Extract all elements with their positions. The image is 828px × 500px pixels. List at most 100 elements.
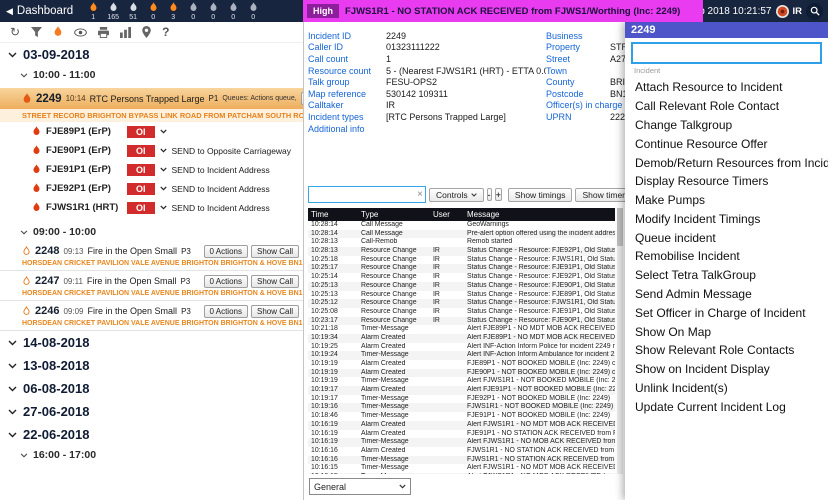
status-counter[interactable]: 0 [143,1,163,21]
log-row[interactable]: 10:25:14 Resource Change IR Status Chang… [308,273,615,282]
menu-search-input[interactable] [636,46,817,60]
menu-item[interactable]: Show on Incident Display [625,360,828,379]
menu-item[interactable]: Select Tetra TalkGroup [625,266,828,285]
chevron-down-icon[interactable] [159,129,167,134]
priority-alert-banner[interactable]: High FJWS1R1 - NO STATION ACK RECEIVED f… [303,0,703,22]
log-search-input[interactable] [311,188,418,201]
menu-item[interactable]: Queue incident [625,228,828,247]
resource-action-label[interactable]: SEND to Opposite Carriageway [172,146,292,156]
status-counter[interactable]: 0 [243,1,263,21]
map-pin-icon[interactable] [142,26,151,38]
date-group[interactable]: 22-06-2018 [0,423,303,446]
log-row[interactable]: 10:28:14 Call Message GeoWarnings [308,221,615,230]
status-counter[interactable]: 165 [103,1,123,21]
log-action-button[interactable]: Show timings [507,187,573,202]
menu-item[interactable]: Demob/Return Resources from Incident [625,153,828,172]
date-group-expanded[interactable]: 03-09-2018 [0,43,303,66]
log-row[interactable]: 10:23:17 Resource Change IR Status Chang… [308,316,615,326]
log-row[interactable]: 10:18:46 Timer-Message FJE91P1 - NOT BOO… [308,412,615,421]
date-group[interactable]: 27-06-2018 [0,400,303,423]
log-row[interactable]: 10:16:16 Alarm Created FJWS1R1 - NO STAT… [308,447,615,456]
time-group[interactable]: 09:00 - 10:00 [0,223,303,241]
log-row[interactable]: 10:25:13 Resource Change IR Status Chang… [308,281,615,291]
menu-item[interactable]: Change Talkgroup [625,116,828,135]
status-counter[interactable]: 3 [163,1,183,21]
menu-item[interactable]: Continue Resource Offer [625,134,828,153]
log-row[interactable]: 10:19:16 Timer-Message FJWS1R1 - NOT BOO… [308,403,615,413]
resource-action-label[interactable]: SEND to Incident Address [172,184,270,194]
zoom-out-button[interactable]: - [486,188,492,201]
chart-icon[interactable] [120,26,132,38]
date-group[interactable]: 14-08-2018 [0,331,303,354]
status-counter[interactable]: 0 [223,1,243,21]
chevron-down-icon[interactable] [159,205,167,210]
log-row[interactable]: 10:16:19 Timer-Message Alert FJWS1R1 - N… [308,438,615,447]
log-row[interactable]: 10:16:16 Timer-Message FJWS1R1 - NO STAT… [308,455,615,465]
log-row[interactable]: 10:16:15 Timer-Message Alert FJWS1R1 - N… [308,472,615,474]
resource-row[interactable]: FJE90P1 (ErP) OI SEND to Opposite Carria… [0,141,303,160]
log-row[interactable]: 10:25:18 Resource Change IR Status Chang… [308,256,615,265]
log-row[interactable]: 10:28:13 Resource Change IR Status Chang… [308,247,615,256]
log-row[interactable]: 10:25:13 Resource Change IR Status Chang… [308,291,615,300]
log-row[interactable]: 10:16:19 Alarm Created Alert FJWS1R1 - N… [308,420,615,430]
time-group[interactable]: 16:00 - 17:00 [0,446,303,464]
chevron-down-icon[interactable] [159,167,167,172]
menu-item[interactable]: Modify Incident Timings [625,209,828,228]
log-filter-select[interactable]: General [309,478,411,495]
scrollbar-thumb[interactable] [617,208,623,246]
help-icon[interactable]: ? [162,26,169,38]
column-header[interactable]: Type [361,210,433,219]
menu-item[interactable]: Show Relevant Role Contacts [625,341,828,360]
log-row[interactable]: 10:19:17 Timer-Message FJE92P1 - NOT BOO… [308,395,615,404]
status-counter[interactable]: 1 [83,1,103,21]
controls-dropdown[interactable]: Controls [429,187,484,202]
refresh-icon[interactable]: ↻ [10,26,20,38]
resource-action-label[interactable]: SEND to Incident Address [172,165,270,175]
resource-row[interactable]: FJE91P1 (ErP) OI SEND to Incident Addres… [0,160,303,179]
time-group[interactable]: 10:00 - 11:00 [0,66,303,84]
resource-row[interactable]: FJWS1R1 (HRT) OI SEND to Incident Addres… [0,198,303,217]
date-group[interactable]: 13-08-2018 [0,354,303,377]
clear-icon[interactable]: × [417,189,423,200]
incident-card[interactable]: 2247 09:11 Fire in the Open Small P3 0 A… [0,273,303,301]
log-row[interactable]: 10:16:15 Timer-Message Alert FJWS1R1 - N… [308,464,615,473]
status-counter[interactable]: 0 [183,1,203,21]
actions-button[interactable]: 0 Actions [203,244,248,258]
actions-button[interactable]: 0 Actions [203,274,248,288]
menu-item[interactable]: Show On Map [625,322,828,341]
show-call-button[interactable]: Show Call [250,274,299,288]
chevron-down-icon[interactable] [159,148,167,153]
menu-item[interactable]: Set Officer in Charge of Incident [625,303,828,322]
log-row[interactable]: 10:16:19 Alarm Created FJE91P1 - NO STAT… [308,430,615,439]
show-call-button[interactable]: Show Call [250,304,299,318]
chevron-down-icon[interactable] [159,186,167,191]
resource-row[interactable]: FJE89P1 (ErP) OI [0,122,303,141]
menu-item[interactable]: Call Relevant Role Contact [625,97,828,116]
status-counter[interactable]: 0 [203,1,223,21]
log-scrollbar[interactable] [617,208,623,474]
zoom-in-button[interactable]: + [494,188,502,201]
menu-item[interactable]: Unlink Incident(s) [625,379,828,398]
log-row[interactable]: 10:25:17 Resource Change IR Status Chang… [308,264,615,274]
log-action-button[interactable]: Show timers [575,187,625,202]
log-row[interactable]: 10:19:19 Alarm Created FJE89P1 - NOT BOO… [308,360,615,369]
log-row[interactable]: 10:19:34 Alarm Created Alert FJE89P1 - N… [308,333,615,343]
eye-icon[interactable] [74,28,87,37]
menu-item[interactable]: Make Pumps [625,191,828,210]
log-row[interactable]: 10:28:14 Call Message Pre-alert option o… [308,229,615,239]
incident-card-2249[interactable]: 2249 10:14 RTC Persons Trapped Large P1 … [0,88,303,217]
menu-item[interactable]: Attach Resource to Incident [625,78,828,97]
actions-button[interactable]: 4 Actions [300,92,303,105]
resource-action-label[interactable]: SEND to Incident Address [172,203,270,213]
log-row[interactable]: 10:25:08 Resource Change IR Status Chang… [308,308,615,317]
status-counter[interactable]: 51 [123,1,143,21]
log-row[interactable]: 10:19:24 Timer-Message Alert INF-Action … [308,351,615,360]
log-row[interactable]: 10:28:13 Call-Remob Remob started [308,238,615,247]
log-row[interactable]: 10:21:18 Timer-Message Alert FJE89P1 - N… [308,325,615,334]
filter-icon[interactable] [31,26,43,38]
log-row[interactable]: 10:25:12 Resource Change IR Status Chang… [308,299,615,308]
actions-button[interactable]: 0 Actions [203,304,248,318]
log-row[interactable]: 10:19:25 Alarm Created Alert INF-Action … [308,343,615,352]
show-call-button[interactable]: Show Call [250,244,299,258]
column-header[interactable]: Time [311,210,361,219]
